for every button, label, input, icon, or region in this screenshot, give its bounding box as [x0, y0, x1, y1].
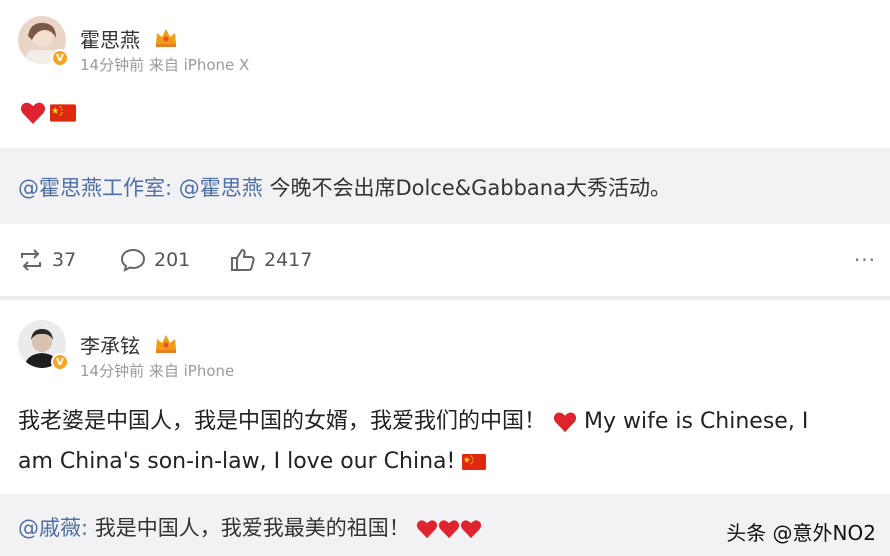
- heart-icon: [553, 412, 577, 433]
- post-content-emoji: [20, 101, 76, 125]
- watermark: 头条 @意外NO2: [726, 521, 876, 545]
- post-text-en-2: am China's son-in-law, I love our China!: [18, 449, 463, 474]
- repost-button[interactable]: 37: [18, 248, 76, 272]
- china-flag-icon: [462, 454, 487, 470]
- crown-icon: [156, 29, 176, 47]
- verified-badge: V: [51, 49, 69, 67]
- comment-button[interactable]: 201: [120, 248, 190, 272]
- heart-icon: [20, 102, 46, 124]
- username[interactable]: 霍思燕: [80, 24, 140, 53]
- comment-icon: [120, 248, 146, 272]
- post-body: 我老婆是中国人，我是中国的女婿，我爱我们的中国！ My wife is Chin…: [18, 402, 808, 482]
- crown-icon: [156, 335, 176, 353]
- mention-link[interactable]: @霍思燕工作室:: [18, 176, 172, 200]
- action-bar: 37 201 2417 ···: [0, 240, 890, 284]
- heart-icon: [417, 520, 438, 539]
- post-text-en: My wife is Chinese, I: [577, 409, 809, 434]
- comment-count: 201: [154, 249, 191, 271]
- mention-link[interactable]: @霍思燕: [179, 176, 263, 200]
- quote-text: 今晚不会出席Dolce&Gabbana大秀活动。: [262, 176, 671, 200]
- heart-icon: [461, 520, 482, 539]
- verified-badge: V: [51, 353, 69, 371]
- heart-icon: [439, 520, 460, 539]
- quote-text: 我是中国人，我爱我最美的祖国！: [88, 516, 410, 540]
- more-icon[interactable]: ···: [854, 248, 876, 272]
- post-meta: 14分钟前 来自 iPhone X: [80, 56, 250, 74]
- repost-count: 37: [52, 249, 77, 271]
- quoted-post[interactable]: @霍思燕工作室: @霍思燕 今晚不会出席Dolce&Gabbana大秀活动。: [0, 148, 890, 224]
- username[interactable]: 李承铉: [80, 330, 140, 359]
- like-count: 2417: [264, 249, 313, 271]
- weibo-post-2: V 李承铉 14分钟前 来自 iPhone 我老婆是中国人，我是中国的女婿，我爱…: [0, 300, 890, 556]
- like-button[interactable]: 2417: [230, 248, 312, 272]
- like-icon: [231, 248, 255, 271]
- weibo-post-1: V 霍思燕 14分钟前 来自 iPhone X @霍思燕工作室: @霍思燕 今晚…: [0, 0, 890, 296]
- china-flag-icon: [50, 104, 76, 122]
- repost-icon: [21, 249, 41, 271]
- mention-link[interactable]: @戚薇:: [18, 516, 88, 540]
- post-meta: 14分钟前 来自 iPhone: [80, 362, 235, 380]
- post-text-zh: 我老婆是中国人，我是中国的女婿，我爱我们的中国！: [18, 409, 547, 434]
